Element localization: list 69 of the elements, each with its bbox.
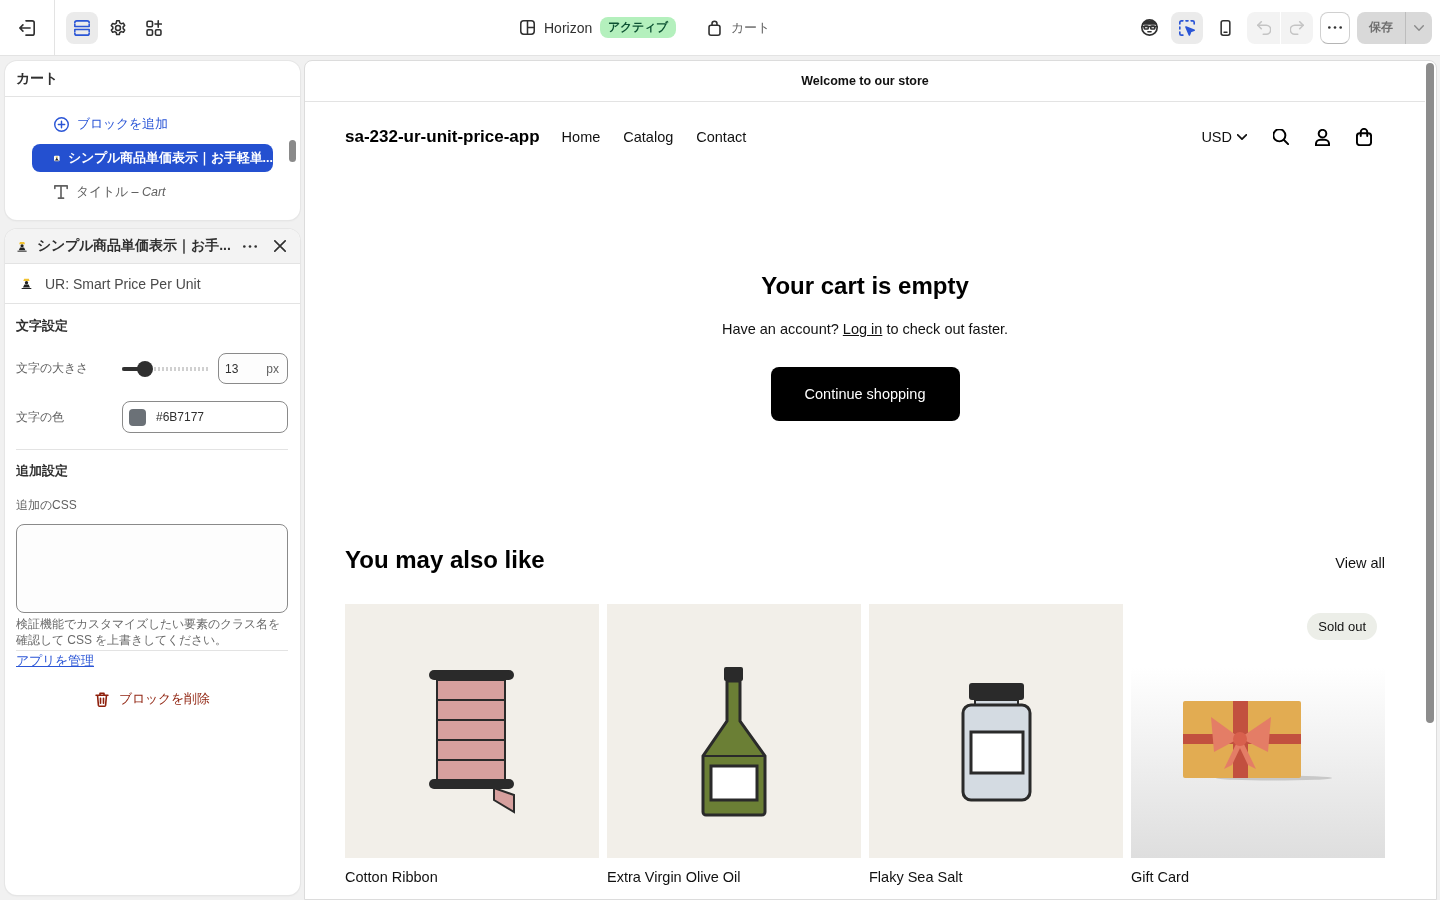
scrollbar-thumb[interactable] [289,140,296,162]
exit-icon [19,19,35,36]
field-label: 文字の大きさ [16,360,88,377]
account-icon[interactable] [1315,128,1330,146]
cart-icon[interactable] [1356,128,1372,146]
person-icon [20,277,33,290]
color-field[interactable]: #6B7177 [122,401,288,433]
announcement-text: Welcome to our store [801,74,929,88]
face-icon [1140,19,1158,36]
section-heading: 文字設定 [16,317,68,335]
status-badge: アクティブ [600,17,677,38]
product-image[interactable] [607,604,861,858]
chevron-down-icon [1414,24,1424,31]
nav-link[interactable]: Home [561,129,601,145]
tree-item[interactable]: ブロックを追加 [32,110,273,138]
text-icon [54,185,68,199]
nav-link[interactable]: Contact [696,129,747,145]
settings-icon [110,19,126,36]
store-logo[interactable]: sa-232-ur-unit-price-app [345,127,540,147]
product-image[interactable] [345,604,599,858]
empty-cart-heading: Your cart is empty [761,271,969,301]
product-title[interactable]: Gift Card [1131,867,1189,887]
add-icon [54,116,69,132]
tree-item[interactable]: シンプル商品単価表示｜お手軽単... [32,144,273,172]
chevron-down-icon [1237,134,1247,140]
close-icon [273,240,286,252]
more-icon [1328,26,1342,29]
view-all-link[interactable]: View all [1335,555,1385,571]
page-selector[interactable]: カート [731,18,771,37]
theme-name: Horizon [544,19,593,36]
manage-app-link[interactable]: アプリを管理 [16,653,94,669]
product-title[interactable]: Extra Virgin Olive Oil [607,867,741,887]
view-tool-button[interactable] [1171,11,1203,44]
panel-title: シンプル商品単価表示｜お手... [37,237,231,255]
slider-thumb[interactable] [136,360,153,377]
search-icon[interactable] [1273,129,1289,145]
cursor-select-icon [1179,19,1195,36]
app-name: UR: Smart Price Per Unit [45,275,201,292]
panel-title: カート [16,69,58,88]
more-icon [243,244,258,248]
login-prompt: Have an account? Log in to check out faster. [721,320,1009,339]
nav-link[interactable]: Catalog [623,129,674,145]
help-text: 検証機能でカスタマイズしたい要素のクラス名を確認して CSS を上書きしてください。 [16,616,281,649]
sold-out-badge: Sold out [1307,613,1377,640]
login-link[interactable]: Log in [842,321,883,337]
undo-icon [1256,20,1271,35]
continue-shopping-button[interactable]: Continue shopping [770,367,960,421]
field-label: 文字の色 [16,408,64,426]
layout-icon [520,20,535,35]
font-size-field[interactable]: 13 px [218,353,288,384]
css-field[interactable] [16,524,288,613]
tree-item[interactable]: タイトル – Cart [32,178,273,206]
trash-icon [94,691,109,707]
person-icon [16,239,29,253]
section-heading: 追加設定 [16,462,68,480]
field-label: 追加のCSS [16,497,77,513]
currency-selector[interactable]: USD [1201,129,1247,145]
scrollbar-thumb[interactable] [1426,63,1434,723]
mobile-icon [1219,19,1231,36]
product-image[interactable] [869,604,1123,858]
product-title[interactable]: Cotton Ribbon [345,867,438,887]
remove-block-button[interactable]: ブロックを削除 [88,685,216,713]
apps-icon [146,19,162,36]
bag-icon [708,19,722,36]
section-heading: You may also like [345,545,545,575]
redo-icon [1290,20,1304,35]
product-title[interactable]: Flaky Sea Salt [869,867,963,887]
sidebar-tab[interactable] [66,11,98,44]
sections-icon [74,19,90,36]
